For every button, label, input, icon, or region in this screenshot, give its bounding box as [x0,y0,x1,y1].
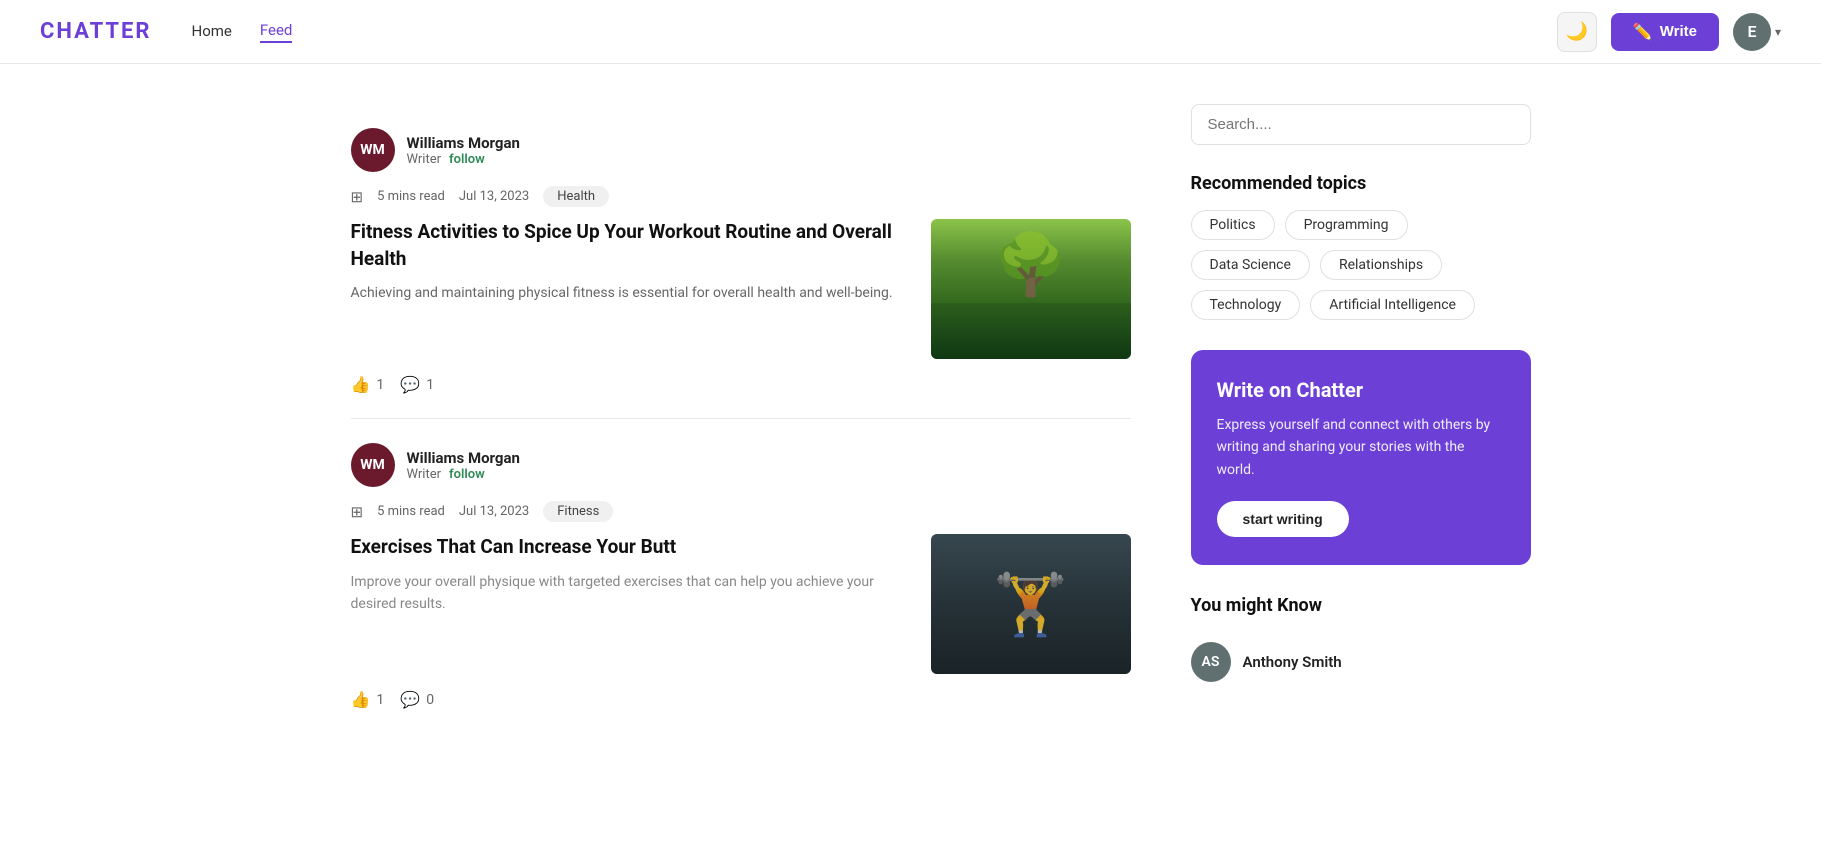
author-info: Williams Morgan Writer follow [407,449,520,482]
topic-chip[interactable]: Programming [1285,210,1408,240]
comment-count: 1 [426,377,434,393]
moon-icon: 🌙 [1566,21,1588,42]
thumbs-up-icon: 👍 [351,690,371,709]
comment-icon: 💬 [400,690,420,709]
topic-chip[interactable]: Technology [1191,290,1301,320]
read-time: 5 mins read [377,189,445,204]
author-row: WM Williams Morgan Writer follow [351,128,1131,172]
article-actions: 👍 1 💬 1 [351,375,1131,394]
feed-column: WM Williams Morgan Writer follow ⊞ 5 min… [351,104,1131,733]
nav-home[interactable]: Home [192,22,232,42]
author-row: WM Williams Morgan Writer follow [351,443,1131,487]
article-thumbnail [931,219,1131,359]
article-meta: ⊞ 5 mins read Jul 13, 2023 Fitness [351,501,1131,522]
read-time: 5 mins read [377,504,445,519]
like-count: 1 [376,377,384,393]
pencil-icon: ✏️ [1633,22,1653,42]
article-content: Fitness Activities to Spice Up Your Work… [351,219,1131,359]
know-item: AS Anthony Smith [1191,632,1531,692]
comment-action[interactable]: 💬 1 [400,375,434,394]
article-text: Fitness Activities to Spice Up Your Work… [351,219,911,305]
logo: CHATTER [40,19,152,44]
know-name: Anthony Smith [1243,653,1342,671]
avatar: AS [1191,642,1231,682]
like-count: 1 [376,692,384,708]
author-name: Williams Morgan [407,134,520,152]
article-meta: ⊞ 5 mins read Jul 13, 2023 Health [351,186,1131,207]
chevron-down-icon: ▾ [1775,25,1781,39]
article-title[interactable]: Fitness Activities to Spice Up Your Work… [351,219,911,272]
write-cta-description: Express yourself and connect with others… [1217,414,1505,481]
write-button[interactable]: ✏️ Write [1611,13,1719,51]
main-nav: Home Feed [192,21,293,43]
article-title[interactable]: Exercises That Can Increase Your Butt [351,534,911,561]
header: CHATTER Home Feed 🌙 ✏️ Write E ▾ [0,0,1821,64]
user-menu[interactable]: E ▾ [1733,13,1781,51]
article-card: WM Williams Morgan Writer follow ⊞ 5 min… [351,104,1131,419]
topic-chip[interactable]: Artificial Intelligence [1310,290,1475,320]
tag-badge[interactable]: Fitness [543,501,613,522]
like-action[interactable]: 👍 1 [351,375,385,394]
header-right: 🌙 ✏️ Write E ▾ [1557,12,1781,52]
author-role: Writer [407,467,442,482]
comment-count: 0 [426,692,434,708]
article-image [931,534,1131,674]
article-actions: 👍 1 💬 0 [351,690,1131,709]
search-input[interactable] [1191,104,1531,145]
article-excerpt: Improve your overall physique with targe… [351,571,911,616]
article-image [931,219,1131,359]
thumbs-up-icon: 👍 [351,375,371,394]
topic-chip[interactable]: Relationships [1320,250,1442,280]
author-sub: Writer follow [407,467,520,482]
follow-link[interactable]: follow [449,152,485,167]
like-action[interactable]: 👍 1 [351,690,385,709]
main-layout: WM Williams Morgan Writer follow ⊞ 5 min… [211,64,1611,733]
dark-mode-button[interactable]: 🌙 [1557,12,1597,52]
avatar[interactable]: E [1733,13,1771,51]
topics-grid: Politics Programming Data Science Relati… [1191,210,1531,320]
date: Jul 13, 2023 [459,189,529,204]
author-name: Williams Morgan [407,449,520,467]
topic-chip[interactable]: Data Science [1191,250,1310,280]
avatar: WM [351,443,395,487]
book-icon: ⊞ [351,188,364,206]
recommended-topics-title: Recommended topics [1191,173,1531,194]
author-sub: Writer follow [407,152,520,167]
comment-icon: 💬 [400,375,420,394]
topic-chip[interactable]: Politics [1191,210,1275,240]
follow-link[interactable]: follow [449,467,485,482]
book-icon: ⊞ [351,503,364,521]
article-excerpt: Achieving and maintaining physical fitne… [351,282,911,304]
write-cta-card: Write on Chatter Express yourself and co… [1191,350,1531,565]
nav-feed[interactable]: Feed [260,21,293,43]
comment-action[interactable]: 💬 0 [400,690,434,709]
sidebar: Recommended topics Politics Programming … [1191,104,1531,733]
avatar: WM [351,128,395,172]
tag-badge[interactable]: Health [543,186,609,207]
article-content: Exercises That Can Increase Your Butt Im… [351,534,1131,674]
recommended-topics-section: Recommended topics Politics Programming … [1191,173,1531,320]
article-text: Exercises That Can Increase Your Butt Im… [351,534,911,615]
article-thumbnail [931,534,1131,674]
author-info: Williams Morgan Writer follow [407,134,520,167]
date: Jul 13, 2023 [459,504,529,519]
write-cta-title: Write on Chatter [1217,378,1505,402]
author-role: Writer [407,152,442,167]
write-label: Write [1660,23,1697,40]
start-writing-button[interactable]: start writing [1217,501,1349,537]
you-might-know-title: You might Know [1191,595,1531,616]
you-might-know-section: You might Know AS Anthony Smith [1191,595,1531,692]
article-card: WM Williams Morgan Writer follow ⊞ 5 min… [351,419,1131,733]
